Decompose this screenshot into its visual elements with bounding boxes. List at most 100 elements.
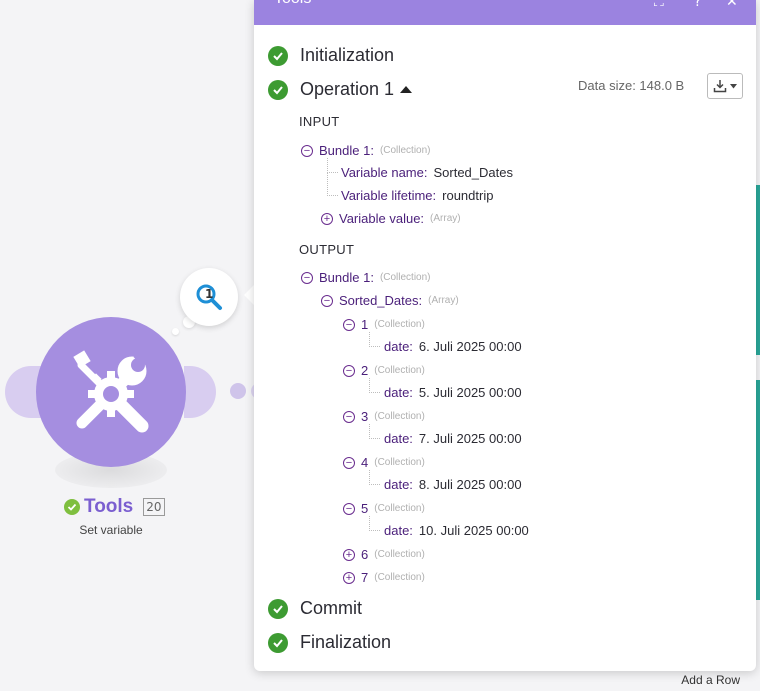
output-item-row[interactable]: + 7 (Collection) — [343, 570, 425, 585]
add-row-link[interactable]: Add a Row — [681, 673, 740, 687]
route-dot[interactable] — [230, 383, 246, 399]
tree-key: date: — [384, 385, 413, 400]
tools-module[interactable] — [36, 317, 186, 467]
tree-key: Bundle 1: — [319, 270, 374, 285]
tree-type: (Collection) — [379, 145, 431, 156]
success-check-icon — [64, 499, 80, 515]
output-item-row[interactable]: − 3 (Collection) — [343, 409, 425, 424]
collapse-icon[interactable]: − — [343, 318, 355, 331]
tools-wrench-gear-icon — [73, 348, 151, 433]
tree-key: date: — [384, 523, 413, 538]
panel-header: Tools ⛶ ? ✕ — [254, 0, 756, 25]
phase-finalization[interactable]: Finalization — [268, 632, 391, 653]
expand-icon[interactable]: ⛶ — [654, 0, 664, 10]
collapse-icon[interactable]: − — [343, 456, 355, 469]
tree-type: (Array) — [430, 213, 461, 224]
edge-accent-bottom — [756, 380, 760, 600]
tree-type: (Collection) — [374, 549, 425, 560]
output-date-row: date: 8. Juli 2025 00:00 — [384, 477, 522, 492]
module-id-badge: 20 — [143, 498, 165, 516]
data-size: Data size: 148.0 B — [578, 78, 685, 93]
expand-icon[interactable]: + — [343, 548, 355, 561]
close-icon[interactable]: ✕ — [726, 0, 738, 10]
module-name[interactable]: Tools — [84, 496, 133, 518]
bubble-count: 1 — [205, 287, 214, 301]
collapse-icon[interactable]: − — [343, 364, 355, 377]
tree-value: 8. Juli 2025 00:00 — [418, 477, 522, 492]
collapse-icon[interactable]: − — [301, 144, 313, 157]
success-check-icon — [268, 598, 288, 619]
phase-label: Initialization — [300, 45, 395, 65]
chevron-down-icon — [730, 83, 737, 88]
tree-value: 5. Juli 2025 00:00 — [418, 385, 522, 400]
tree-connector — [369, 378, 380, 393]
tree-type: (Collection) — [374, 457, 425, 468]
output-section-label: OUTPUT — [299, 242, 355, 257]
tree-connector — [369, 470, 380, 485]
input-var-lifetime-row: Variable lifetime: roundtrip — [341, 188, 493, 203]
tree-key: date: — [384, 477, 413, 492]
input-bundle-row[interactable]: − Bundle 1: (Collection) — [301, 143, 431, 158]
success-check-icon — [268, 79, 288, 100]
phase-label: Commit — [300, 598, 362, 618]
phase-operation[interactable]: Operation 1 — [268, 79, 413, 100]
output-date-row: date: 5. Juli 2025 00:00 — [384, 385, 522, 400]
tree-type: (Collection) — [379, 272, 431, 283]
tree-value: 6. Juli 2025 00:00 — [418, 339, 522, 354]
tree-type: (Collection) — [374, 319, 425, 330]
phase-label: Finalization — [300, 632, 392, 652]
phase-label: Operation 1 — [300, 79, 395, 99]
collapse-icon[interactable]: − — [321, 294, 333, 307]
output-bundle-row[interactable]: − Bundle 1: (Collection) — [301, 270, 431, 285]
tree-key: Bundle 1: — [319, 143, 374, 158]
tree-type: (Collection) — [374, 572, 425, 583]
tree-key: 2 — [361, 363, 369, 378]
tree-type: (Collection) — [374, 503, 425, 514]
download-button[interactable] — [707, 73, 743, 99]
tree-key: 4 — [361, 455, 369, 470]
input-var-value-row[interactable]: + Variable value: (Array) — [321, 211, 461, 226]
output-item-row[interactable]: − 2 (Collection) — [343, 363, 425, 378]
help-icon[interactable]: ? — [694, 0, 701, 10]
expand-icon[interactable]: + — [343, 571, 355, 584]
collapse-icon[interactable]: − — [343, 502, 355, 515]
output-sorted-dates-row[interactable]: − Sorted_Dates: (Array) — [321, 293, 459, 308]
module-subtitle: Set variable — [79, 523, 143, 537]
tree-key: Variable lifetime: — [341, 188, 437, 203]
caret-up-icon[interactable] — [400, 86, 413, 93]
module-connector-right[interactable] — [184, 366, 216, 418]
output-item-row[interactable]: − 4 (Collection) — [343, 455, 425, 470]
tree-connector — [369, 516, 380, 531]
tree-value: 7. Juli 2025 00:00 — [418, 431, 522, 446]
tree-type: (Collection) — [374, 411, 425, 422]
collapse-icon[interactable]: − — [343, 410, 355, 423]
tree-connector — [327, 158, 338, 173]
tree-key: 6 — [361, 547, 369, 562]
output-date-row: date: 10. Juli 2025 00:00 — [384, 523, 529, 538]
phase-commit[interactable]: Commit — [268, 598, 362, 619]
tree-type: (Array) — [428, 295, 459, 306]
success-check-icon — [268, 45, 288, 66]
panel-pointer — [244, 285, 254, 305]
tree-value: Sorted_Dates — [433, 165, 513, 180]
output-item-row[interactable]: − 1 (Collection) — [343, 317, 425, 332]
tree-type: (Collection) — [374, 365, 425, 376]
output-date-row: date: 6. Juli 2025 00:00 — [384, 339, 522, 354]
execution-inspector-panel: Tools ⛶ ? ✕ Initialization Operation 1 D… — [254, 0, 756, 671]
output-item-row[interactable]: + 6 (Collection) — [343, 547, 425, 562]
tree-key: Sorted_Dates: — [339, 293, 423, 308]
phase-initialization[interactable]: Initialization — [268, 45, 394, 66]
tree-connector — [327, 172, 338, 196]
tree-key: Variable name: — [341, 165, 428, 180]
collapse-icon[interactable]: − — [301, 271, 313, 284]
tree-value: roundtrip — [442, 188, 494, 203]
input-var-name-row: Variable name: Sorted_Dates — [341, 165, 513, 180]
tree-key: date: — [384, 431, 413, 446]
tree-key: Variable value: — [339, 211, 425, 226]
tree-key: 1 — [361, 317, 369, 332]
tree-value: 10. Juli 2025 00:00 — [418, 523, 529, 538]
output-item-row[interactable]: − 5 (Collection) — [343, 501, 425, 516]
tree-key: 5 — [361, 501, 369, 516]
download-icon — [713, 80, 727, 93]
expand-icon[interactable]: + — [321, 212, 333, 225]
